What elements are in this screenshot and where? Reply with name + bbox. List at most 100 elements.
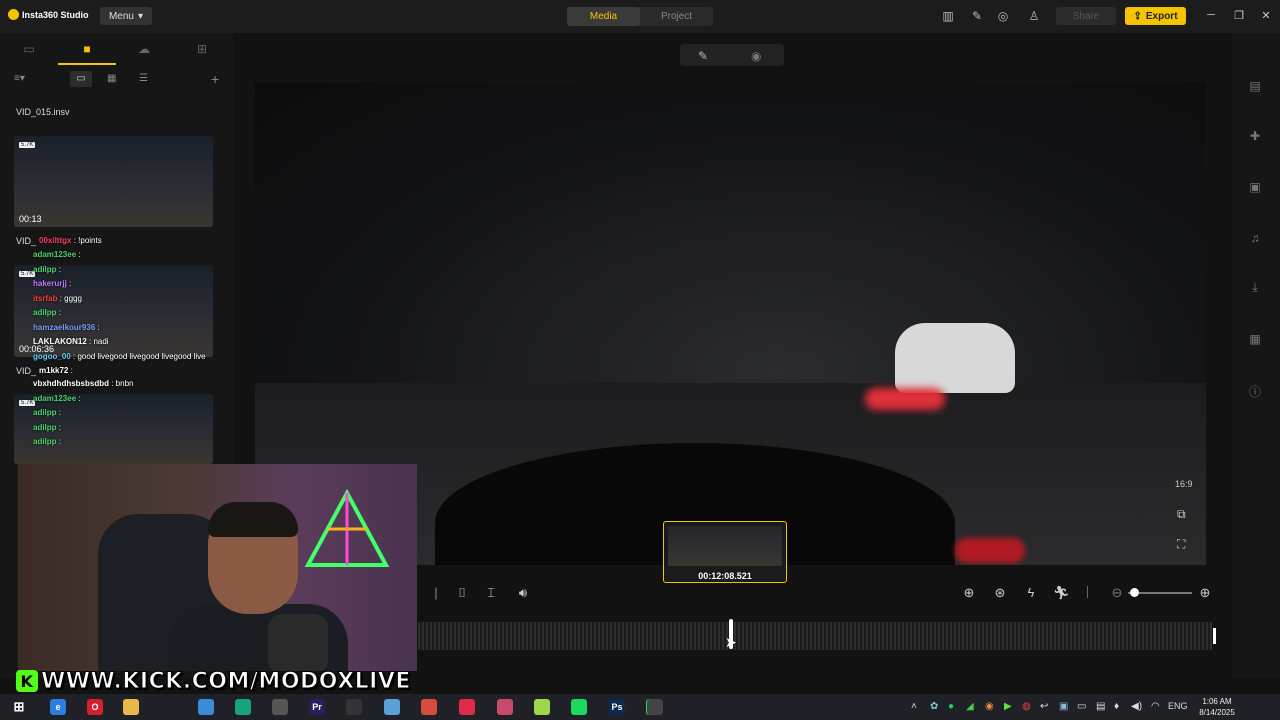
camera-icon[interactable]: ▣ xyxy=(1247,180,1263,194)
chat-message: hamzaelkour936 : xyxy=(33,323,100,332)
tray-app-icon[interactable]: ▭ xyxy=(1077,701,1086,712)
language-indicator[interactable]: ENG xyxy=(1168,701,1188,711)
network-icon[interactable]: ▤ xyxy=(1096,701,1105,712)
insta360-icon[interactable] xyxy=(647,699,663,715)
kick-logo-icon: K xyxy=(16,670,38,692)
stack-icon[interactable]: ▦ xyxy=(1247,332,1263,346)
chat-username: adilpp xyxy=(33,423,57,432)
trim-end-icon[interactable]: ⌶ xyxy=(483,585,499,601)
aspect-ratio-button[interactable]: 16:9 xyxy=(1175,479,1193,489)
opera-icon[interactable]: O xyxy=(87,699,103,715)
zoom-in-icon[interactable]: ⊕ xyxy=(1197,585,1213,601)
list-view-icon[interactable]: ☰ xyxy=(139,73,148,84)
app-pink-icon[interactable] xyxy=(497,699,513,715)
chrome-icon[interactable] xyxy=(421,699,437,715)
add-icon[interactable]: + xyxy=(211,71,219,87)
taskbar-clock[interactable]: 1:06 AM 8/14/2025 xyxy=(1198,696,1236,718)
puzzle-icon[interactable]: ✚ xyxy=(1247,129,1263,143)
chat-text: : xyxy=(97,323,100,332)
chat-text: : nadi xyxy=(89,337,109,346)
edit-icon[interactable]: ✎ xyxy=(698,49,708,63)
user-icon[interactable]: ♙ xyxy=(1027,9,1041,23)
volume-icon[interactable]: 🔊︎ xyxy=(515,585,531,601)
download-icon[interactable]: ⤓ xyxy=(1247,280,1263,294)
grid-view-icon[interactable]: ▦ xyxy=(107,73,116,84)
chat-text: : gggg xyxy=(59,294,82,303)
chat-message: itsrfab : gggg xyxy=(33,294,82,303)
app-green-icon[interactable] xyxy=(235,699,251,715)
bluestacks-icon[interactable] xyxy=(534,699,550,715)
tab-project[interactable]: Project xyxy=(640,7,713,26)
app-blue-icon[interactable] xyxy=(384,699,400,715)
app-gray-icon[interactable] xyxy=(272,699,288,715)
eye-icon[interactable]: ◉ xyxy=(751,49,761,63)
restore-icon[interactable]: ❐ xyxy=(1232,9,1246,22)
chat-text: : !points xyxy=(73,236,102,245)
tray-app-icon[interactable]: ✿ xyxy=(930,701,938,712)
frame-icon[interactable]: ▤ xyxy=(1247,79,1263,93)
spotify-icon[interactable] xyxy=(571,699,587,715)
windows-start-icon[interactable]: ⊞ xyxy=(11,699,27,715)
speed-icon[interactable]: 🏃︎ xyxy=(1053,585,1070,601)
export-button[interactable]: ⇪ Export xyxy=(1125,7,1186,25)
minimize-icon[interactable]: ─ xyxy=(1204,9,1218,21)
chat-text: : xyxy=(58,408,62,417)
large-thumbnail-view-icon[interactable]: ▭ xyxy=(70,71,92,87)
close-icon[interactable]: ✕ xyxy=(1259,9,1273,22)
volume-tray-icon[interactable]: ◀) xyxy=(1131,701,1142,712)
chat-text: : xyxy=(58,437,62,446)
stream-url: WWW.KICK.COM/MODOXLIVE xyxy=(41,668,411,694)
chat-username: hakerurjj xyxy=(33,279,67,288)
clock-time: 1:06 AM xyxy=(1202,697,1232,706)
add-keyframe-icon[interactable]: ⊕ xyxy=(961,585,977,601)
clock-date: 8/14/2025 xyxy=(1199,708,1235,717)
chat-text: : xyxy=(58,265,62,274)
wifi-icon[interactable]: ◠ xyxy=(1151,701,1160,712)
media-thumbnail[interactable]: 5.7K 00:13 xyxy=(14,136,213,227)
obs-icon[interactable] xyxy=(346,699,362,715)
tray-app-icon[interactable]: ◉ xyxy=(985,701,994,712)
chat-username: LAKLAKON12 xyxy=(33,337,87,346)
cloud-icon[interactable]: ☁ xyxy=(134,42,154,56)
tray-app-icon[interactable]: ▣ xyxy=(1059,701,1068,712)
chat-message: vbxhdhdhsbsbsdbd : bnbn xyxy=(33,379,133,388)
folder-icon[interactable] xyxy=(123,699,139,715)
tutorial-icon[interactable]: ◎ xyxy=(996,9,1010,23)
import-icon[interactable]: ⊞ xyxy=(192,42,212,56)
pip-icon[interactable]: ⧉ xyxy=(1177,507,1186,522)
flash-icon[interactable]: ϟ xyxy=(1023,585,1039,600)
timeline-track[interactable] xyxy=(418,622,1212,650)
zoom-slider-knob[interactable] xyxy=(1130,588,1140,597)
trim-start-icon[interactable]: ⌷ xyxy=(454,585,470,601)
mouse-cursor-icon: ➤ xyxy=(725,634,737,650)
streamer-hair xyxy=(208,502,298,537)
tiktok-icon[interactable] xyxy=(459,699,475,715)
audio-icon[interactable]: ♫ xyxy=(1247,231,1263,245)
microphone-tray-icon[interactable]: ♦ xyxy=(1114,701,1119,712)
tray-app-icon[interactable]: ◢ xyxy=(966,701,974,712)
chat-message: hakerurjj : xyxy=(33,279,71,288)
tray-app-icon[interactable]: ↩ xyxy=(1040,701,1048,712)
sort-icon[interactable]: ≡▾ xyxy=(14,73,25,84)
monitor-icon[interactable]: ▭ xyxy=(19,42,39,56)
store-icon[interactable] xyxy=(198,699,214,715)
tray-app-icon[interactable]: ◍ xyxy=(1022,701,1031,712)
export-icon: ⇪ xyxy=(1133,10,1142,22)
photoshop-icon[interactable]: Ps xyxy=(609,699,625,715)
zoom-out-icon[interactable]: ⊖ xyxy=(1109,585,1125,601)
tray-app-icon[interactable]: ▶ xyxy=(1004,701,1012,712)
premiere-icon[interactable]: Pr xyxy=(309,699,325,715)
tray-chevron-icon[interactable]: ˄ xyxy=(911,701,917,712)
ai-track-icon[interactable]: ⊛ xyxy=(992,585,1008,601)
tab-media[interactable]: Media xyxy=(567,7,640,26)
tray-app-icon[interactable]: ● xyxy=(948,701,954,712)
fullscreen-icon[interactable]: ⛶ xyxy=(1177,537,1185,552)
edit-list-icon[interactable]: ✎ xyxy=(970,9,984,23)
menu-button[interactable]: Menu ▾ xyxy=(100,7,152,25)
folder-icon[interactable]: ■ xyxy=(77,42,97,56)
layout-icon[interactable]: ▥ xyxy=(941,9,955,23)
edge-icon[interactable]: e xyxy=(50,699,66,715)
info-icon[interactable]: ⓘ xyxy=(1247,383,1263,399)
chat-text: : xyxy=(58,423,62,432)
share-button[interactable]: Share xyxy=(1056,7,1116,25)
